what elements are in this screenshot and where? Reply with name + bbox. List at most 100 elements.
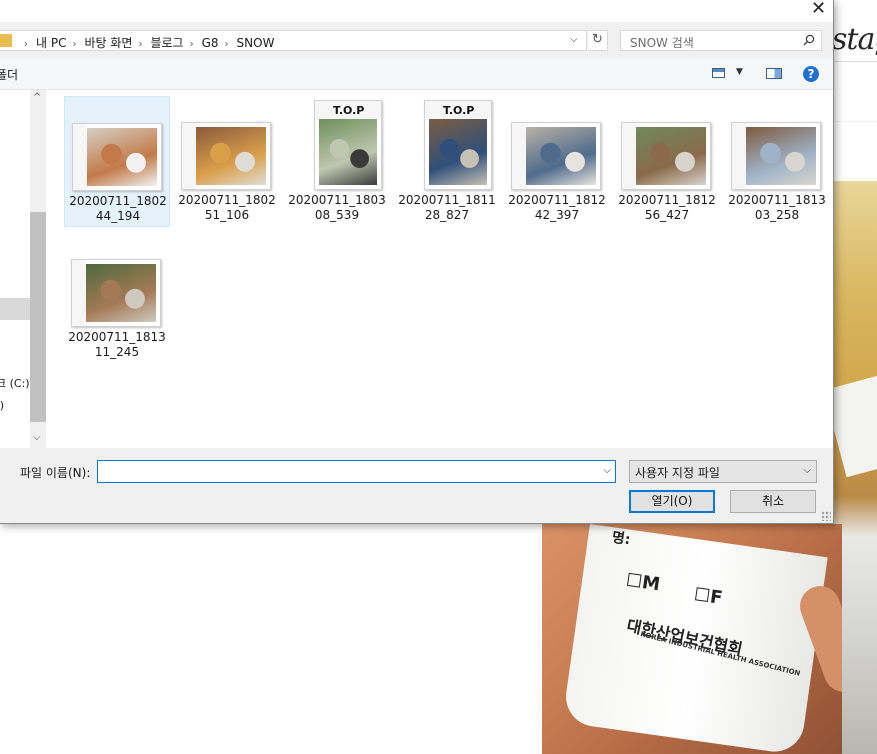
section-divider (834, 121, 877, 122)
magazine-cover-strip: T.O.P (425, 101, 491, 119)
breadcrumb-blog[interactable]: 블로그 (150, 36, 183, 50)
thumbnail-photo (636, 127, 706, 185)
nav-item-selected[interactable] (0, 298, 30, 320)
file-thumbnail: TOP (181, 122, 271, 190)
magazine-cover-strip: T.O.P (315, 101, 381, 119)
thumbnail-photo (429, 119, 487, 185)
chevron-down-icon[interactable]: ⌵ (803, 465, 811, 476)
file-thumbnail: TOP (72, 123, 162, 191)
file-item[interactable]: TOP 20200711_1802 44_194 (64, 96, 170, 227)
open-button[interactable]: 열기(O) (629, 490, 715, 513)
breadcrumb-snow[interactable]: SNOW (237, 36, 275, 50)
file-name: 20200711_1802 44_194 (69, 194, 167, 223)
view-options-chevron-icon[interactable]: ▼ (736, 67, 743, 77)
cup-label-name: 명: (610, 529, 632, 549)
file-name: 20200711_1803 08_539 (288, 193, 386, 222)
file-thumbnail: TOP (511, 122, 601, 190)
breadcrumb: › 내 PC › 바탕 화면 › 블로그 › G8 › SNOW (18, 34, 274, 51)
magazine-cover-strip: TOP (622, 123, 636, 189)
nav-scrollbar[interactable]: ^ ⌵ (30, 90, 46, 448)
magazine-cover-strip: TOP (72, 260, 86, 326)
thumbnail-photo (319, 119, 377, 185)
file-name: 20200711_1813 03_258 (728, 193, 826, 222)
magazine-title: T.O.P (443, 104, 475, 117)
file-item[interactable]: TOP 20200711_1813 11_245 (64, 233, 170, 364)
magazine-title: TOP (181, 162, 183, 183)
file-list[interactable]: TOP 20200711_1802 44_194 TOP 20200711_1802 51… (46, 90, 833, 448)
scroll-down-icon[interactable]: ⌵ (33, 432, 41, 443)
search-input[interactable]: SNOW 검색 (620, 30, 822, 51)
scrollbar-thumb[interactable] (30, 212, 46, 422)
magazine-cover-strip: TOP (73, 124, 87, 190)
breadcrumb-this-pc[interactable]: 내 PC (36, 36, 66, 50)
preview-pane-icon[interactable] (766, 68, 782, 79)
magazine-title: TOP (72, 163, 74, 184)
thumbnail-photo (87, 128, 157, 186)
thumbnail-photo (746, 127, 816, 185)
cup-checkbox-f: ☐F (692, 584, 724, 609)
breadcrumb-separator-icon[interactable]: › (24, 39, 28, 50)
chevron-down-icon[interactable]: ⌵ (570, 34, 578, 45)
dialog-titlebar[interactable]: ✕ (0, 0, 833, 22)
filetype-value: 사용자 지정 파일 (635, 466, 720, 480)
breadcrumb-separator-icon[interactable]: › (138, 39, 142, 50)
dialog-footer: 파일 이름(N): ⌵ 사용자 지정 파일 ⌵ 열기(O) 취소 (0, 448, 833, 523)
navigation-pane[interactable]: 크 (C:) :) (0, 90, 30, 448)
breadcrumb-separator-icon[interactable]: › (225, 39, 229, 50)
file-item[interactable]: TOP 20200711_1812 56_427 (614, 96, 720, 227)
file-item[interactable]: TOP 20200711_1802 51_106 (174, 96, 280, 227)
file-thumbnail: TOP (621, 122, 711, 190)
magazine-cover-strip: TOP (512, 123, 526, 189)
new-folder-button[interactable]: 폴더 (0, 66, 18, 83)
address-bar[interactable]: › 내 PC › 바탕 화면 › 블로그 › G8 › SNOW ⌵ (0, 30, 587, 51)
breadcrumb-desktop[interactable]: 바탕 화면 (84, 36, 132, 50)
file-item[interactable]: T.O.P 20200711_1811 28_827 (394, 96, 500, 227)
chevron-down-icon[interactable]: ⌵ (603, 465, 611, 476)
thumbnail-photo (86, 264, 156, 322)
search-placeholder: SNOW 검색 (630, 36, 694, 50)
magazine-title: TOP (511, 162, 513, 183)
cup-checkbox-m: ☐M (624, 569, 662, 596)
change-view-icon[interactable] (712, 68, 725, 78)
file-open-dialog: ✕ › 내 PC › 바탕 화면 › 블로그 › G8 › SNOW ⌵ ↻ SNOW 검색 폴더… (0, 0, 834, 524)
filename-input[interactable]: ⌵ (97, 460, 616, 483)
file-name: 20200711_1802 51_106 (178, 193, 276, 222)
cup-shape (834, 374, 877, 478)
file-item[interactable]: TOP 20200711_1812 42_397 (504, 96, 610, 227)
magazine-title: TOP (71, 299, 73, 320)
file-name: 20200711_1812 42_397 (508, 193, 606, 222)
breadcrumb-separator-icon[interactable]: › (72, 39, 76, 50)
cancel-button[interactable]: 취소 (730, 490, 816, 513)
magazine-cover-strip: TOP (732, 123, 746, 189)
post-photo[interactable]: 명: ☐M ☐F 대한산업보건협회 KOREA INDUSTRIAL HEALT… (542, 524, 842, 754)
file-item[interactable]: TOP 20200711_1813 03_258 (724, 96, 830, 227)
file-thumbnail: T.O.P (314, 100, 382, 190)
breadcrumb-g8[interactable]: G8 (202, 36, 219, 50)
refresh-icon[interactable]: ↻ (588, 30, 608, 51)
instagram-logo[interactable]: stagr (832, 22, 877, 57)
close-icon[interactable]: ✕ (804, 0, 833, 20)
search-icon[interactable] (803, 34, 815, 46)
scroll-up-icon[interactable]: ^ (33, 92, 41, 103)
nav-item-drive-d[interactable]: :) (0, 399, 4, 412)
thumbnail-photo (196, 127, 266, 185)
file-thumbnail: TOP (71, 259, 161, 327)
thumbnail-photo (526, 127, 596, 185)
resize-grip-icon[interactable] (821, 511, 831, 521)
magazine-title: TOP (731, 162, 733, 183)
file-name: 20200711_1813 11_245 (68, 330, 166, 359)
magazine-title: T.O.P (333, 104, 365, 117)
nav-item-drive-c[interactable]: 크 (C:) (0, 375, 30, 391)
filename-label: 파일 이름(N): (20, 466, 91, 480)
file-name: 20200711_1812 56_427 (618, 193, 716, 222)
command-bar: 폴더 ▼ ? (0, 58, 833, 90)
magazine-title: TOP (621, 162, 623, 183)
file-thumbnail: T.O.P (424, 100, 492, 190)
header-divider (834, 61, 877, 62)
folder-icon (0, 34, 12, 47)
file-item[interactable]: T.O.P 20200711_1803 08_539 (284, 96, 390, 227)
file-thumbnail: TOP (731, 122, 821, 190)
breadcrumb-separator-icon[interactable]: › (190, 39, 194, 50)
filetype-select[interactable]: 사용자 지정 파일 ⌵ (629, 460, 817, 483)
help-icon[interactable]: ? (803, 66, 819, 82)
